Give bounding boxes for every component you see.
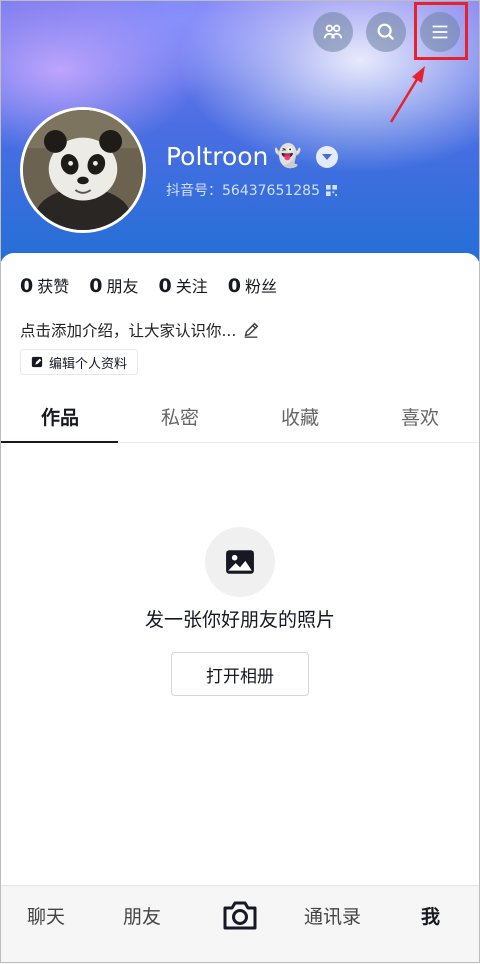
chevron-down-icon [321,153,332,160]
tab-works[interactable]: 作品 [0,398,120,443]
avatar[interactable] [20,107,146,233]
nav-me[interactable]: 我 [421,902,440,929]
tab-private[interactable]: 私密 [120,398,240,442]
stat-label: 获赞 [37,277,70,296]
stats-row: 0 获赞 0 朋友 0 关注 0 粉丝 [20,273,277,297]
stat-value: 0 [20,275,34,297]
stat-value: 0 [158,275,172,297]
photo-icon [226,550,254,574]
stat-value: 0 [227,275,241,297]
camera-icon[interactable] [220,895,260,935]
qr-code-icon[interactable] [325,184,337,196]
stat-value: 0 [89,275,103,297]
nav-contacts[interactable]: 通讯录 [304,902,361,929]
profile-header: Poltroon 👻 抖音号：56437651285 [0,0,480,280]
stat-friends[interactable]: 0 朋友 [89,273,138,297]
username: Poltroon 👻 [166,142,338,171]
friends-button[interactable] [313,12,353,52]
stat-label: 朋友 [106,277,139,296]
stat-following[interactable]: 0 关注 [159,273,208,297]
bottom-nav: 聊天 朋友 通讯录 我 [0,885,480,964]
red-arrow-icon [389,66,425,123]
douyin-id: 抖音号：56437651285 [166,180,337,200]
profile-card: 0 获赞 0 朋友 0 关注 0 粉丝 点击添加介绍，让大家认识你... 编辑个人资料 … [0,253,480,885]
tab-likes[interactable]: 喜欢 [360,398,480,442]
tab-favorites[interactable]: 收藏 [240,398,360,442]
account-switch-button[interactable] [315,145,338,168]
edit-profile-button[interactable]: 编辑个人资料 [20,349,139,375]
search-button[interactable] [366,12,406,52]
edit-profile-label: 编辑个人资料 [49,356,128,372]
nav-friends[interactable]: 朋友 [123,902,161,929]
content-tabs: 作品 私密 收藏 喜欢 [0,398,480,443]
pencil-icon [244,322,259,338]
stat-likes[interactable]: 0 获赞 [20,273,69,297]
open-album-button[interactable]: 打开相册 [171,652,309,696]
username-text: Poltroon [166,142,269,171]
stat-followers[interactable]: 0 粉丝 [228,273,277,297]
search-icon [377,23,395,41]
bio-text: 点击添加介绍，让大家认识你... [20,322,237,340]
stat-label: 粉丝 [244,277,277,296]
edit-icon [31,356,43,368]
stat-label: 关注 [175,277,208,296]
friends-icon [323,24,343,39]
menu-highlight-box [414,2,468,60]
ghost-emoji-icon: 👻 [274,144,302,169]
empty-state-title: 发一张你好朋友的照片 [144,609,335,631]
empty-state-icon-wrap [205,527,275,597]
douyin-id-text: 抖音号：56437651285 [166,183,320,199]
panda-avatar-image [23,110,143,230]
nav-chat[interactable]: 聊天 [27,902,65,929]
bio[interactable]: 点击添加介绍，让大家认识你... [20,319,260,341]
